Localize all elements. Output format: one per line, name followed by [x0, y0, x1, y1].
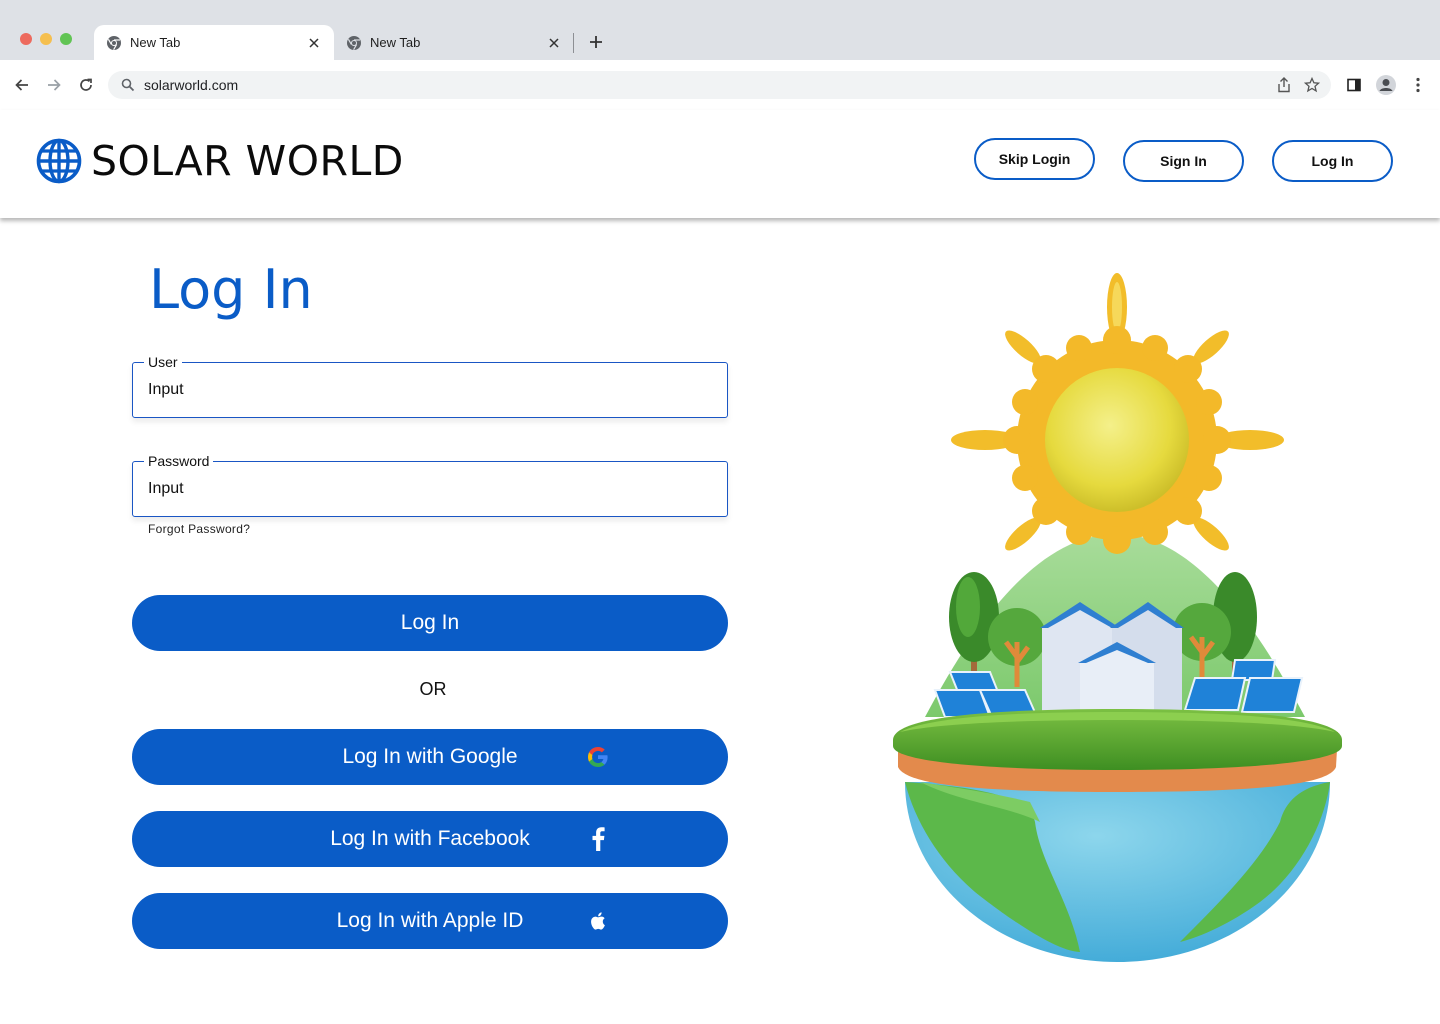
apple-icon — [586, 909, 610, 933]
logo[interactable]: SOLAR WORLD — [36, 137, 404, 185]
login-submit-label: Log In — [400, 611, 460, 634]
login-submit-button[interactable]: Log In — [132, 595, 728, 651]
password-field-label: Password — [144, 453, 214, 469]
facebook-login-label: Log In with Facebook — [330, 827, 530, 850]
url-text: solarworld.com — [144, 77, 239, 93]
or-divider: OR — [419, 679, 447, 699]
chrome-icon — [106, 35, 122, 51]
close-icon[interactable] — [546, 35, 562, 51]
google-icon — [586, 745, 610, 769]
tab-title: New Tab — [130, 35, 181, 50]
facebook-icon — [586, 827, 610, 851]
apple-login-label: Log In with Apple ID — [336, 909, 524, 932]
solar-earth-illustration — [880, 262, 1355, 977]
tab-separator — [573, 33, 574, 53]
reload-icon[interactable] — [75, 74, 97, 96]
profile-icon[interactable] — [1375, 74, 1397, 96]
browser-tab-active[interactable]: New Tab — [94, 25, 334, 60]
browser-tab-strip: New Tab New Tab — [0, 0, 1440, 60]
header-login-button[interactable]: Log In — [1272, 140, 1393, 182]
forward-arrow-icon[interactable] — [43, 74, 65, 96]
close-icon[interactable] — [306, 35, 322, 51]
user-field-value[interactable]: Input — [148, 381, 184, 399]
window-close-dot[interactable] — [20, 33, 32, 45]
plus-icon[interactable] — [585, 31, 607, 53]
password-field[interactable]: Password Input — [132, 453, 728, 517]
globe-icon — [36, 138, 82, 184]
site-header: SOLAR WORLD Skip Login Sign In Log In — [0, 110, 1440, 218]
share-icon[interactable] — [1274, 75, 1294, 95]
facebook-login-button[interactable]: Log In with Facebook — [132, 811, 728, 867]
star-icon[interactable] — [1302, 75, 1322, 95]
window-minimize-dot[interactable] — [40, 33, 52, 45]
sidepanel-icon[interactable] — [1343, 74, 1365, 96]
grass-top — [893, 709, 1342, 770]
apple-login-button[interactable]: Log In with Apple ID — [132, 893, 728, 949]
skip-login-button[interactable]: Skip Login — [974, 138, 1095, 180]
chrome-icon — [346, 35, 362, 51]
earth-hemisphere — [905, 782, 1330, 962]
search-icon — [120, 77, 136, 93]
sign-in-button[interactable]: Sign In — [1123, 140, 1244, 182]
user-field-label: User — [144, 354, 182, 370]
forgot-password-link[interactable]: Forgot Password? — [148, 522, 250, 536]
more-vert-icon[interactable] — [1407, 74, 1429, 96]
sun — [1003, 326, 1231, 554]
back-arrow-icon[interactable] — [11, 74, 33, 96]
window-zoom-dot[interactable] — [60, 33, 72, 45]
user-field[interactable]: User Input — [132, 354, 728, 418]
tab-title: New Tab — [370, 35, 421, 50]
password-field-value[interactable]: Input — [148, 480, 184, 498]
address-bar[interactable]: solarworld.com — [108, 71, 1331, 99]
google-login-button[interactable]: Log In with Google — [132, 729, 728, 785]
site-name: SOLAR WORLD — [91, 137, 404, 185]
browser-tab[interactable]: New Tab — [334, 25, 574, 60]
page-title: Log In — [149, 258, 313, 321]
google-login-label: Log In with Google — [342, 745, 518, 768]
